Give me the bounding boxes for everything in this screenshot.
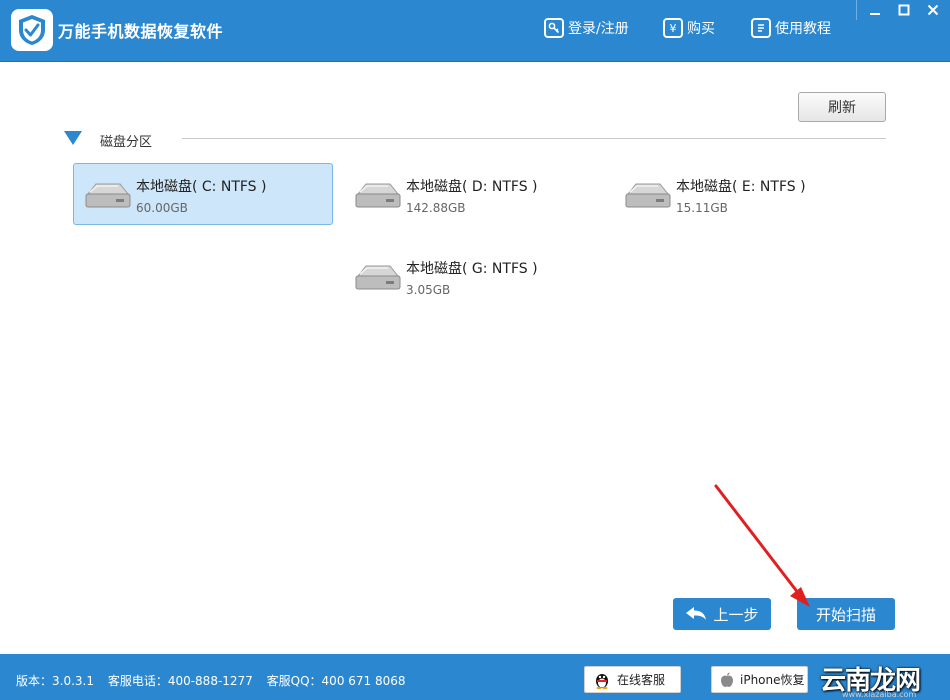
disk-name: 本地磁盘( E: NTFS ): [676, 179, 806, 195]
app-title: 万能手机数据恢复软件: [58, 22, 224, 41]
iphone-recovery-label: iPhone恢复: [740, 673, 805, 687]
refresh-button[interactable]: 刷新: [798, 92, 886, 122]
window-controls-divider: [856, 0, 857, 20]
service-qq-text: 客服QQ：400 671 8068: [266, 674, 406, 688]
buy-label: 购买: [687, 21, 715, 37]
close-button[interactable]: [918, 0, 948, 20]
buy-link[interactable]: ¥ 购买: [663, 17, 715, 39]
disk-name: 本地磁盘( D: NTFS ): [406, 179, 538, 195]
back-button[interactable]: 上一步: [673, 598, 771, 630]
back-button-label: 上一步: [713, 605, 759, 624]
app-logo-shield-icon: [11, 9, 53, 51]
apple-icon: [720, 671, 734, 689]
tutorial-link[interactable]: 使用教程: [751, 17, 831, 39]
version-text: 版本：3.0.3.1: [16, 674, 94, 688]
disk-size: 60.00GB: [136, 201, 188, 215]
disk-size: 3.05GB: [406, 283, 451, 297]
hard-drive-icon: [625, 183, 671, 208]
key-icon: [544, 18, 564, 38]
hard-drive-icon: [85, 183, 131, 208]
maximize-icon: [898, 4, 910, 16]
close-icon: [927, 4, 939, 16]
service-phone-text: 客服电话：400-888-1277: [107, 674, 253, 688]
hard-drive-icon: [355, 265, 401, 290]
online-service-button[interactable]: 在线客服: [584, 666, 681, 693]
login-register-link[interactable]: 登录/注册: [544, 17, 629, 39]
disk-item-g[interactable]: 本地磁盘( G: NTFS ) 3.05GB: [343, 245, 603, 307]
start-scan-button[interactable]: 开始扫描: [797, 598, 895, 630]
hard-drive-icon: [355, 183, 401, 208]
book-icon: [751, 18, 771, 38]
section-title-disk-partitions: 磁盘分区: [100, 135, 153, 150]
disk-item-e[interactable]: 本地磁盘( E: NTFS ) 15.11GB: [613, 163, 873, 225]
disk-item-c[interactable]: 本地磁盘( C: NTFS ) 60.00GB: [73, 163, 333, 225]
yen-icon: ¥: [663, 18, 683, 38]
tutorial-label: 使用教程: [775, 21, 831, 37]
footer-info: 版本：3.0.3.1 客服电话：400-888-1277 客服QQ：400 67…: [16, 672, 416, 689]
section-divider: [182, 138, 886, 139]
online-service-label: 在线客服: [617, 673, 666, 687]
maximize-button[interactable]: [889, 0, 919, 20]
minimize-button[interactable]: [860, 0, 890, 20]
disk-size: 15.11GB: [676, 201, 728, 215]
login-register-label: 登录/注册: [568, 21, 629, 37]
qq-penguin-icon: [593, 671, 611, 689]
minimize-icon: [870, 13, 880, 15]
collapse-triangle-icon[interactable]: [64, 131, 82, 145]
title-bar: 万能手机数据恢复软件 登录/注册 ¥ 购买 使用教程: [0, 0, 950, 62]
disk-size: 142.88GB: [406, 201, 466, 215]
disk-name: 本地磁盘( C: NTFS ): [136, 179, 267, 195]
iphone-recovery-button[interactable]: iPhone恢复: [711, 666, 808, 693]
undo-arrow-icon: [686, 607, 707, 620]
disk-item-d[interactable]: 本地磁盘( D: NTFS ) 142.88GB: [343, 163, 603, 225]
disk-name: 本地磁盘( G: NTFS ): [406, 261, 538, 277]
